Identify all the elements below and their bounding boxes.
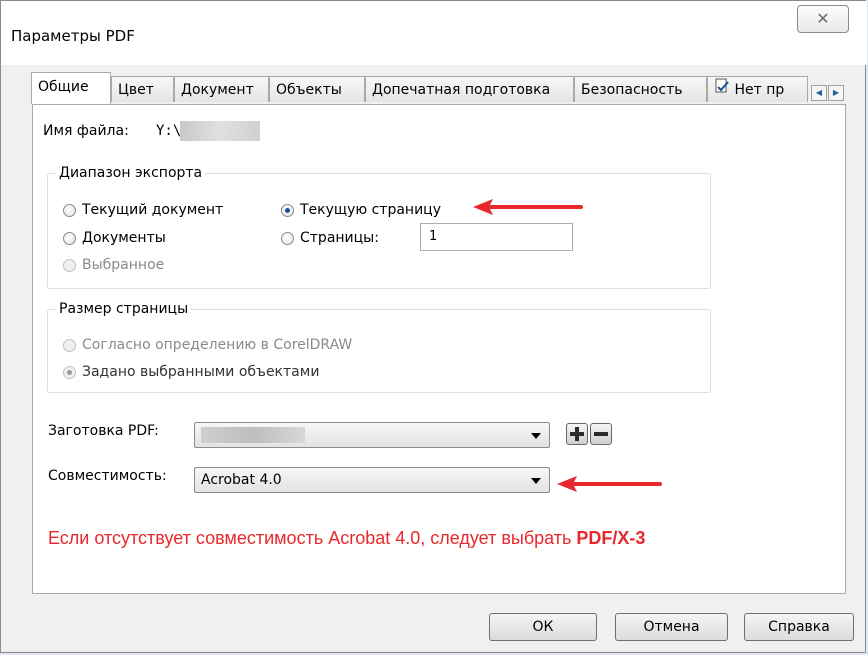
help-button[interactable]: Справка: [744, 613, 854, 641]
radio-by-selected[interactable]: Задано выбранными объектами: [63, 364, 319, 380]
radio-as-defined[interactable]: Согласно определению в CorelDRAW: [63, 337, 352, 353]
pages-input[interactable]: 1: [420, 223, 573, 251]
tab-document[interactable]: Документ: [174, 76, 269, 102]
radio-button: [63, 365, 76, 379]
minus-icon: [594, 432, 608, 436]
tab-prepress[interactable]: Допечатная подготовка: [365, 76, 574, 102]
close-icon: ✕: [816, 9, 830, 28]
tab-issues[interactable]: Нет пр: [707, 76, 808, 102]
title-bar: Параметры PDF ✕: [1, 1, 867, 65]
radio-current-document-label: Текущий документ: [82, 202, 224, 218]
radio-button: [63, 203, 76, 217]
radio-documents[interactable]: Документы: [63, 230, 166, 246]
tab-security[interactable]: Безопасность: [574, 76, 707, 102]
radio-button: [281, 231, 294, 245]
radio-as-defined-label: Согласно определению в CorelDRAW: [82, 337, 353, 353]
chevron-down-icon: [531, 433, 541, 439]
radio-button: [281, 203, 294, 217]
remove-preset-button[interactable]: [590, 423, 612, 445]
redacted-block: [180, 121, 260, 141]
tab-color[interactable]: Цвет: [111, 76, 174, 102]
radio-button: [63, 258, 76, 272]
chevron-right-icon: ▶: [832, 88, 840, 97]
radio-selected-label: Выбранное: [82, 257, 165, 273]
radio-by-selected-label: Задано выбранными объектами: [82, 364, 320, 380]
radio-documents-label: Документы: [82, 230, 166, 246]
radio-pages-label: Страницы:: [300, 230, 379, 246]
radio-button: [63, 338, 76, 352]
red-arrow-icon: [557, 476, 662, 492]
tab-scroll-left-button[interactable]: ◀: [811, 85, 827, 101]
pdf-settings-dialog: Параметры PDF ✕ Общие Цвет Документ Объе…: [0, 0, 867, 653]
radio-selected[interactable]: Выбранное: [63, 257, 164, 273]
radio-button: [63, 231, 76, 245]
ok-button[interactable]: ОК: [489, 613, 597, 641]
preset-select[interactable]: [194, 422, 550, 448]
note-highlight: PDF/X-3: [576, 528, 646, 548]
tab-objects[interactable]: Объекты: [269, 76, 365, 102]
tab-scroll-right-button[interactable]: ▶: [828, 85, 844, 101]
compatibility-select[interactable]: Acrobat 4.0: [194, 467, 550, 493]
general-tab-panel: Имя файла: Y:\ Диапазон экспорта Текущий…: [32, 104, 846, 594]
radio-pages[interactable]: Страницы:: [281, 230, 379, 246]
radio-current-page[interactable]: Текущую страницу: [281, 202, 441, 218]
radio-current-document[interactable]: Текущий документ: [63, 202, 223, 218]
cancel-button[interactable]: Отмена: [615, 613, 728, 641]
file-name-label: Имя файла:: [43, 123, 129, 139]
instruction-note: Если отсутствует совместимость Acrobat 4…: [48, 528, 645, 549]
compatibility-label: Совместимость:: [48, 468, 167, 484]
close-button[interactable]: ✕: [797, 5, 849, 33]
check-document-icon: [714, 77, 730, 102]
add-preset-button[interactable]: [566, 423, 588, 445]
red-arrow-icon: [473, 199, 583, 215]
compatibility-value: Acrobat 4.0: [201, 472, 282, 488]
export-range-legend: Диапазон экспорта: [59, 165, 203, 181]
tab-issues-label: Нет пр: [734, 82, 785, 98]
radio-current-page-label: Текущую страницу: [300, 202, 441, 218]
chevron-down-icon: [531, 478, 541, 484]
page-size-legend: Размер страницы: [59, 301, 189, 317]
note-text: Если отсутствует совместимость Acrobat 4…: [48, 528, 577, 548]
tab-general[interactable]: Общие: [31, 72, 111, 104]
dialog-title: Параметры PDF: [11, 27, 135, 45]
preset-label: Заготовка PDF:: [48, 423, 159, 439]
redacted-block: [201, 427, 305, 443]
plus-icon: [570, 427, 584, 441]
file-name-value: Y:\: [156, 123, 182, 139]
chevron-left-icon: ◀: [815, 88, 823, 97]
